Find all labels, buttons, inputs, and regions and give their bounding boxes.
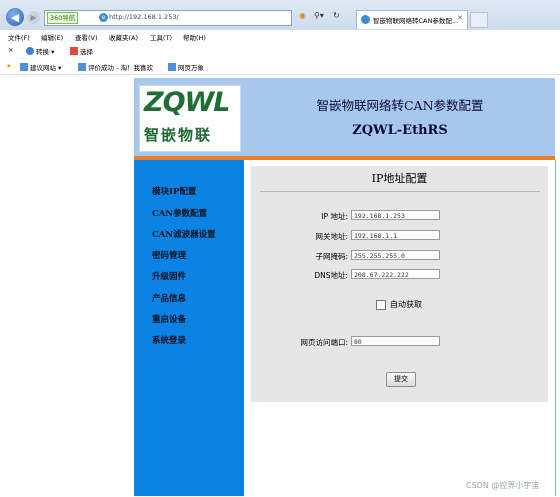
- favorites-star-icon[interactable]: ★: [6, 62, 12, 70]
- subnet-label: 子网掩码:: [315, 252, 348, 261]
- new-tab-button[interactable]: [470, 12, 488, 28]
- port-label: 网页访问端口:: [300, 338, 348, 347]
- form-title: IP地址配置: [371, 172, 428, 185]
- auto-obtain-checkbox[interactable]: [376, 300, 386, 310]
- config-panel: [251, 166, 548, 402]
- title-divider: [260, 191, 540, 192]
- convert-button[interactable]: 转换 ▾: [26, 46, 54, 56]
- sidebar-item-login[interactable]: 系统登录: [152, 334, 186, 346]
- select-icon: [70, 47, 78, 55]
- convert-icon: [26, 47, 34, 55]
- zqwl-logo: ZQWL 智嵌物联: [139, 85, 241, 152]
- address-input[interactable]: 360导航 e http://192.168.1.253/: [44, 10, 292, 26]
- sidebar-item-reboot[interactable]: 重启设备: [152, 313, 186, 325]
- ie-page-icon: e: [99, 13, 108, 22]
- dns-label: DNS地址:: [314, 271, 348, 280]
- menu-favorites[interactable]: 收藏夹(A): [109, 32, 138, 42]
- fav-label: 评价成功 - 淘！我喜欢: [88, 64, 153, 72]
- ie-icon: [78, 63, 86, 71]
- menu-edit[interactable]: 编辑(E): [41, 32, 63, 42]
- menu-view[interactable]: 查看(V): [75, 32, 98, 42]
- close-bar-icon[interactable]: ×: [8, 46, 13, 54]
- menu-tools[interactable]: 工具(T): [150, 32, 172, 42]
- back-button[interactable]: ◀: [6, 8, 24, 26]
- url-text: http://192.168.1.253/: [109, 13, 179, 21]
- tab-active[interactable]: 智嵌物联网络转CAN参数配... ✕: [356, 10, 468, 29]
- ip-address-field[interactable]: 192.168.1.253: [351, 210, 440, 220]
- sidebar-item-password[interactable]: 密码管理: [152, 249, 186, 261]
- menu-bar: 文件(F) 编辑(E) 查看(V) 收藏夹(A) 工具(T) 帮助(H): [0, 30, 560, 43]
- forward-button[interactable]: ▶: [27, 11, 40, 24]
- sidebar-item-ip-config[interactable]: 模块IP配置: [152, 185, 196, 197]
- dns-field[interactable]: 208.67.222.222: [351, 269, 440, 279]
- select-label: 选择: [80, 48, 93, 56]
- fav-label: 网页万象: [178, 64, 204, 72]
- logo-subtitle: 智嵌物联: [144, 126, 213, 144]
- compat-icon[interactable]: ◉: [299, 11, 306, 20]
- csdn-watermark: CSDN @控界小宇宙: [466, 481, 540, 490]
- menu-help[interactable]: 帮助(H): [183, 32, 206, 42]
- page-title: 智嵌物联网络转CAN参数配置: [316, 98, 484, 113]
- gateway-field[interactable]: 192.168.1.1: [351, 230, 440, 240]
- ie-icon: [20, 63, 28, 71]
- refresh-icon[interactable]: ↻: [333, 11, 340, 20]
- fav-label: 建议网站 ▾: [30, 64, 62, 72]
- fav-taobao[interactable]: 评价成功 - 淘！我喜欢: [78, 62, 153, 72]
- browser-chrome: ◀ ▶ 360导航 e http://192.168.1.253/ ◉ ⚲▾ ↻…: [0, 0, 560, 76]
- tab-title: 智嵌物联网络转CAN参数配...: [373, 17, 459, 25]
- sidebar-item-can-filter[interactable]: CAN滤波器设置: [152, 228, 216, 240]
- ip-label: IP 地址:: [321, 212, 348, 221]
- search-icon[interactable]: ⚲▾: [314, 11, 324, 20]
- web-port-field[interactable]: 80: [351, 336, 440, 346]
- sidebar-item-firmware[interactable]: 升级固件: [152, 270, 186, 282]
- sidebar-item-can-params[interactable]: CAN参数配置: [152, 207, 207, 219]
- sidebar-nav: 模块IP配置 CAN参数配置 CAN滤波器设置 密码管理 升级固件 产品信息 重…: [134, 160, 244, 496]
- menu-file[interactable]: 文件(F): [8, 32, 30, 42]
- sidebar-item-product-info[interactable]: 产品信息: [152, 292, 186, 304]
- close-tab-icon[interactable]: ✕: [457, 14, 463, 22]
- select-button[interactable]: 选择: [70, 46, 93, 56]
- address-bar-area: ◀ ▶ 360导航 e http://192.168.1.253/ ◉ ⚲▾ ↻…: [0, 0, 560, 30]
- favorites-bar: ★ 建议网站 ▾ 评价成功 - 淘！我喜欢 网页万象: [0, 58, 560, 75]
- tab-ie-icon: [361, 15, 370, 24]
- command-bar: × 转换 ▾ 选择: [0, 43, 560, 58]
- model-name: ZQWL-EthRS: [352, 123, 448, 138]
- auto-obtain-label: 自动获取: [390, 300, 422, 309]
- gateway-label: 网关地址:: [315, 232, 348, 241]
- subnet-mask-field[interactable]: 255.255.255.0: [351, 250, 440, 260]
- ie-icon: [168, 63, 176, 71]
- convert-label: 转换: [36, 48, 49, 56]
- nav-360-tag[interactable]: 360导航: [47, 12, 79, 24]
- address-actions: ◉ ⚲▾ ↻: [297, 10, 353, 24]
- fav-suggested-sites[interactable]: 建议网站 ▾: [20, 62, 61, 72]
- fav-web-slice[interactable]: 网页万象: [168, 62, 204, 72]
- logo-text: ZQWL: [144, 87, 231, 118]
- submit-button[interactable]: 提交: [386, 372, 416, 387]
